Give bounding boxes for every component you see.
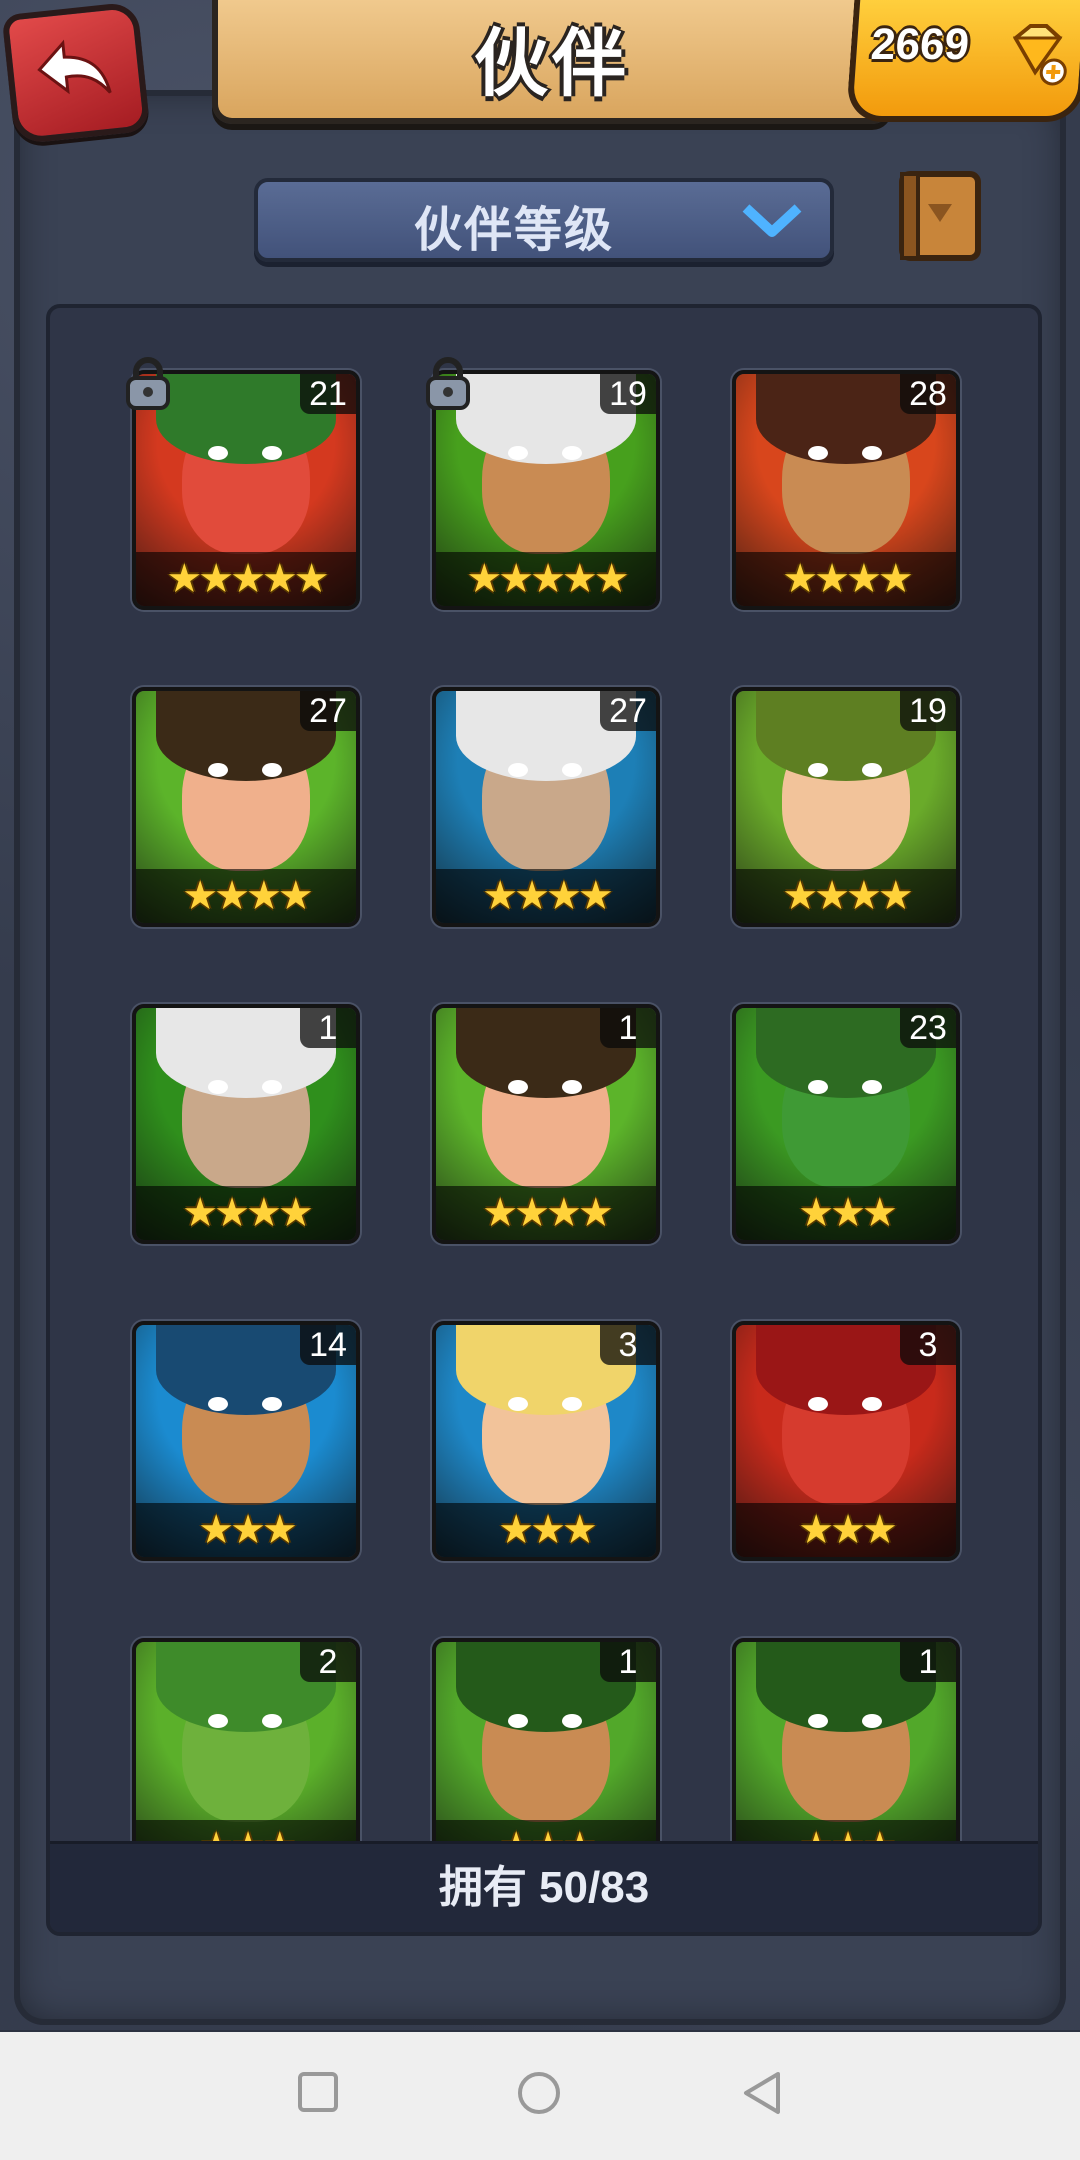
system-navbar: [0, 2032, 1080, 2160]
companion-card[interactable]: 28 ★★★★: [732, 370, 960, 610]
sort-dropdown-label: 伙伴等级: [413, 204, 614, 257]
companion-eye: [862, 446, 882, 460]
level-badge: 3: [600, 1325, 656, 1365]
level-badge: 14: [300, 1325, 356, 1365]
companion-eye: [808, 1080, 828, 1094]
level-badge: 3: [900, 1325, 956, 1365]
back-arrow-icon: [37, 39, 112, 95]
level-badge: 23: [900, 1008, 956, 1048]
gem-icon: [1012, 24, 1067, 86]
level-badge: 28: [900, 374, 956, 414]
companion-eye: [262, 1080, 282, 1094]
level-badge: 1: [300, 1008, 356, 1048]
companion-eye: [262, 1714, 282, 1728]
companion-card[interactable]: 1 ★★★★: [132, 1004, 360, 1244]
star-rating: ★★★: [136, 1503, 356, 1557]
companion-panel: 21 ★★★★★ 19 ★★★★★ 28 ★★★★ 27 ★★★★ 27 ★★★★ 19 ★★★★ 1 ★…: [46, 304, 1042, 1936]
companion-eye: [862, 1080, 882, 1094]
owned-count: 拥有 50/83: [50, 1841, 1038, 1932]
companion-card[interactable]: 27 ★★★★: [432, 687, 660, 927]
back-nav-icon[interactable]: [740, 2070, 784, 2116]
chevron-down-icon: [742, 204, 802, 237]
back-button[interactable]: [1, 1, 151, 145]
recent-apps-icon[interactable]: [296, 2070, 340, 2114]
companion-eye: [508, 446, 528, 460]
star-rating: ★★★★: [136, 869, 356, 923]
sort-dropdown[interactable]: 伙伴等级: [254, 178, 834, 262]
star-rating: ★★★★: [436, 869, 656, 923]
level-badge: 21: [300, 374, 356, 414]
star-rating: ★★★: [436, 1503, 656, 1557]
companion-eye: [208, 446, 228, 460]
companion-card[interactable]: 23 ★★★: [732, 1004, 960, 1244]
companion-eye: [808, 446, 828, 460]
companion-eye: [562, 1714, 582, 1728]
level-badge: 1: [600, 1008, 656, 1048]
companion-card[interactable]: 27 ★★★★: [132, 687, 360, 927]
companion-grid: 21 ★★★★★ 19 ★★★★★ 28 ★★★★ 27 ★★★★ 27 ★★★★ 19 ★★★★ 1 ★…: [50, 308, 1038, 1848]
level-badge: 19: [600, 374, 656, 414]
companion-eye: [508, 763, 528, 777]
level-badge: 27: [600, 691, 656, 731]
lock-icon: [426, 357, 470, 410]
companion-card[interactable]: 3 ★★★: [732, 1321, 960, 1561]
star-rating: ★★★★: [736, 869, 956, 923]
gem-count: 2669: [869, 20, 971, 69]
star-rating: ★★★: [736, 1503, 956, 1557]
gem-currency-button[interactable]: 2669: [845, 0, 1080, 122]
companion-eye: [808, 1714, 828, 1728]
companion-eye: [262, 1397, 282, 1411]
level-badge: 19: [900, 691, 956, 731]
home-icon[interactable]: [516, 2070, 562, 2116]
star-rating: ★★★★★: [436, 552, 656, 606]
companion-eye: [862, 763, 882, 777]
star-rating: ★★★★: [436, 1186, 656, 1240]
companion-card[interactable]: 1 ★★★★: [432, 1004, 660, 1244]
companion-eye: [208, 763, 228, 777]
companion-eye: [562, 1080, 582, 1094]
companion-card[interactable]: 14 ★★★: [132, 1321, 360, 1561]
level-badge: 1: [900, 1642, 956, 1682]
companion-eye: [862, 1397, 882, 1411]
companion-card[interactable]: 1 ★★★: [732, 1638, 960, 1848]
star-rating: ★★★★★: [136, 552, 356, 606]
companion-card[interactable]: 2 ★★★: [132, 1638, 360, 1848]
companion-eye: [808, 1397, 828, 1411]
companion-card[interactable]: 19 ★★★★: [732, 687, 960, 927]
companion-card[interactable]: 1 ★★★: [432, 1638, 660, 1848]
companion-eye: [508, 1080, 528, 1094]
star-rating: ★★★★: [736, 552, 956, 606]
companion-eye: [562, 1397, 582, 1411]
companion-eye: [508, 1714, 528, 1728]
companion-eye: [862, 1714, 882, 1728]
companion-eye: [562, 763, 582, 777]
companion-eye: [208, 1714, 228, 1728]
star-rating: ★★★★: [136, 1186, 356, 1240]
companion-eye: [808, 763, 828, 777]
star-rating: ★★★: [736, 1186, 956, 1240]
companion-eye: [262, 446, 282, 460]
book-icon[interactable]: [894, 168, 986, 264]
companion-eye: [262, 763, 282, 777]
page-title: 伙伴: [474, 22, 630, 105]
level-badge: 27: [300, 691, 356, 731]
level-badge: 2: [300, 1642, 356, 1682]
title-banner: 伙伴: [212, 0, 892, 124]
companion-card[interactable]: 3 ★★★: [432, 1321, 660, 1561]
companion-eye: [508, 1397, 528, 1411]
lock-icon: [126, 357, 170, 410]
companion-eye: [562, 446, 582, 460]
companion-eye: [208, 1080, 228, 1094]
companion-eye: [208, 1397, 228, 1411]
level-badge: 1: [600, 1642, 656, 1682]
